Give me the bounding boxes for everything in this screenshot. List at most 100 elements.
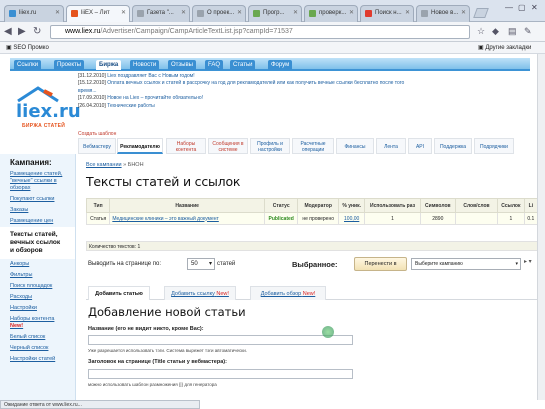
browser-tab[interactable]: Поиск н... ✕: [360, 5, 414, 22]
cell-uniqueness[interactable]: 100,00: [337, 212, 366, 225]
sidebar-item-settings[interactable]: Настройки: [0, 303, 75, 314]
nav-exchange[interactable]: Биржа: [96, 60, 122, 70]
news-item[interactable]: время...: [78, 88, 518, 95]
browser-tab[interactable]: проверк... ✕: [304, 5, 358, 22]
column-header[interactable]: % уник.: [337, 198, 366, 213]
sidebar-item-orders[interactable]: Заказы: [0, 205, 75, 216]
move-button[interactable]: Перенести в: [354, 257, 407, 271]
close-tab-icon[interactable]: ✕: [349, 6, 354, 21]
other-bookmarks-label: Другие закладки: [485, 45, 532, 51]
news-item[interactable]: [31.12.2010] Liex поздравляет Вас с Новы…: [78, 73, 518, 80]
tab-contractors[interactable]: Подрядчики: [474, 138, 514, 154]
maximize-icon[interactable]: ▢: [518, 3, 526, 12]
close-tab-icon[interactable]: ✕: [293, 6, 298, 21]
star-icon[interactable]: ☆: [477, 26, 485, 37]
column-header[interactable]: Ссылок: [496, 198, 525, 213]
browser-tab[interactable]: Газета "... ✕: [132, 5, 190, 22]
news-item[interactable]: [26.04.2010] Технические работы: [78, 103, 518, 110]
column-header[interactable]: Тип: [85, 198, 111, 213]
nav-projects[interactable]: Проекты: [54, 60, 85, 70]
minimize-icon[interactable]: —: [505, 3, 513, 12]
column-header[interactable]: Статус: [263, 198, 299, 213]
browser-tab[interactable]: Прогр... ✕: [248, 5, 302, 22]
address-bar[interactable]: www.liex.ru/Advertiser/Campaign/CampArti…: [50, 25, 470, 39]
close-tab-icon[interactable]: ✕: [121, 6, 126, 21]
tab-advertiser[interactable]: Рекламодателю: [117, 138, 163, 154]
breadcrumb-all-campaigns[interactable]: Все кампании: [86, 162, 122, 168]
news-item[interactable]: [17.09.2010] Новое на Liex – прочитайте …: [78, 95, 518, 102]
tab-add-link[interactable]: Добавить ссылку New!: [164, 286, 236, 300]
back-icon[interactable]: ◀: [4, 26, 12, 38]
page-title: Тексты статей и ссылок: [86, 174, 241, 189]
close-window-icon[interactable]: ✕: [531, 3, 538, 12]
tab-add-review[interactable]: Добавить обзор New!: [250, 286, 326, 300]
browser-tab-active[interactable]: liiEX – Лит ✕: [66, 5, 130, 22]
tab-feed[interactable]: Лента: [376, 138, 406, 154]
tab-finance[interactable]: Финансы: [336, 138, 374, 154]
close-tab-icon[interactable]: ✕: [181, 6, 186, 21]
sidebar-item-anchors[interactable]: Анкоры: [0, 259, 75, 270]
sidebar-item-expenses[interactable]: Расходы: [0, 292, 75, 303]
close-tab-icon[interactable]: ✕: [461, 6, 466, 21]
arrows-icon[interactable]: ▸ ▾: [524, 258, 532, 265]
column-header[interactable]: Слов/слов: [454, 198, 498, 213]
tab-support[interactable]: Поддержка: [434, 138, 472, 154]
page-menu-icon[interactable]: ▤: [508, 26, 517, 37]
nav-faq[interactable]: FAQ: [205, 60, 224, 70]
sidebar-item-prices[interactable]: Размещение цен: [0, 216, 75, 227]
sidebar-item-texts[interactable]: Тексты статей, вечных ссылок и обзоров: [0, 227, 75, 259]
close-tab-icon[interactable]: ✕: [55, 6, 60, 21]
tab-add-article[interactable]: Добавить статью: [88, 286, 150, 300]
sidebar-item-filters[interactable]: Фильтры: [0, 270, 75, 281]
nav-articles[interactable]: Статьи: [230, 60, 256, 70]
news-list: [31.12.2010] Liex поздравляет Вас с Новы…: [78, 73, 518, 125]
column-header[interactable]: Символов: [419, 198, 456, 213]
vertical-scrollbar[interactable]: [537, 54, 545, 400]
tab-profile[interactable]: Профиль и настройки: [250, 138, 290, 154]
sidebar-item-article-settings[interactable]: Настройки статей: [0, 354, 75, 365]
sidebar-item-search[interactable]: Поиск площадок: [0, 281, 75, 292]
browser-tab[interactable]: О проек... ✕: [192, 5, 246, 22]
sidebar-item-content-sets[interactable]: Наборы контента New!: [0, 314, 75, 332]
table-row[interactable]: Статья Медицинские клиники – это важный …: [85, 212, 539, 225]
column-header[interactable]: Модератор: [297, 198, 339, 213]
create-template-link[interactable]: Создать шаблон: [78, 131, 116, 137]
tab-content-sets[interactable]: Наборы контента: [166, 138, 206, 154]
chevron-down-icon: ▾: [208, 261, 212, 267]
tab-payments[interactable]: Расчетные операции: [292, 138, 334, 154]
new-tab-button[interactable]: [473, 8, 489, 18]
tab-messages[interactable]: Сообщения в системе: [208, 138, 248, 154]
sidebar-item-blacklist[interactable]: Черный список: [0, 343, 75, 354]
column-header[interactable]: Название: [109, 198, 265, 213]
tab-api[interactable]: API: [408, 138, 432, 154]
status-bar: Ожидание ответа от www.liex.ru...: [0, 400, 200, 409]
bookmark-item[interactable]: ▣ SEO Промко: [6, 42, 49, 54]
tab-webmaster[interactable]: Вебмастеру: [78, 138, 116, 154]
other-bookmarks[interactable]: ▣ Другие закладки: [478, 42, 531, 54]
perpage-select[interactable]: 50 ▾: [187, 258, 215, 270]
reload-icon[interactable]: ↻: [33, 26, 41, 38]
cell-title-link[interactable]: Медицинские клиники – это важный докумен…: [109, 212, 265, 225]
nav-reviews[interactable]: Отзывы: [168, 60, 196, 70]
nav-news[interactable]: Новости: [130, 60, 160, 70]
nav-links[interactable]: Ссылки: [14, 60, 42, 70]
browser-tab[interactable]: liiex.ru ✕: [4, 5, 64, 22]
title-field[interactable]: [88, 369, 353, 379]
browser-tab[interactable]: Новое в... ✕: [416, 5, 470, 22]
nav-forum[interactable]: Форум: [268, 60, 293, 70]
sidebar-item-whitelist[interactable]: Белый список: [0, 332, 75, 343]
news-item[interactable]: [15.12.2010] Оплата вечных ссылок и стат…: [78, 80, 518, 87]
close-tab-icon[interactable]: ✕: [405, 6, 410, 21]
bookmarks-bar: ▣ SEO Промко ▣ Другие закладки: [0, 42, 545, 54]
site-logo[interactable]: liex.ru БИРЖА СТАТЕЙ: [10, 85, 81, 129]
campaign-select[interactable]: Выберите кампанию ▾: [411, 258, 521, 270]
sidebar-item-placement[interactable]: Размещение статей, "вечные" ссылки в обз…: [0, 169, 75, 194]
name-field[interactable]: [88, 335, 353, 345]
forward-icon[interactable]: ▶: [18, 26, 26, 38]
sidebar-item-buying[interactable]: Покупают ссылки: [0, 194, 75, 205]
extension-icon[interactable]: ◆: [492, 26, 499, 37]
column-header[interactable]: Li: [523, 198, 539, 213]
wrench-icon[interactable]: ✎: [524, 26, 532, 37]
column-header[interactable]: Использовать раз: [364, 198, 421, 213]
close-tab-icon[interactable]: ✕: [237, 6, 242, 21]
